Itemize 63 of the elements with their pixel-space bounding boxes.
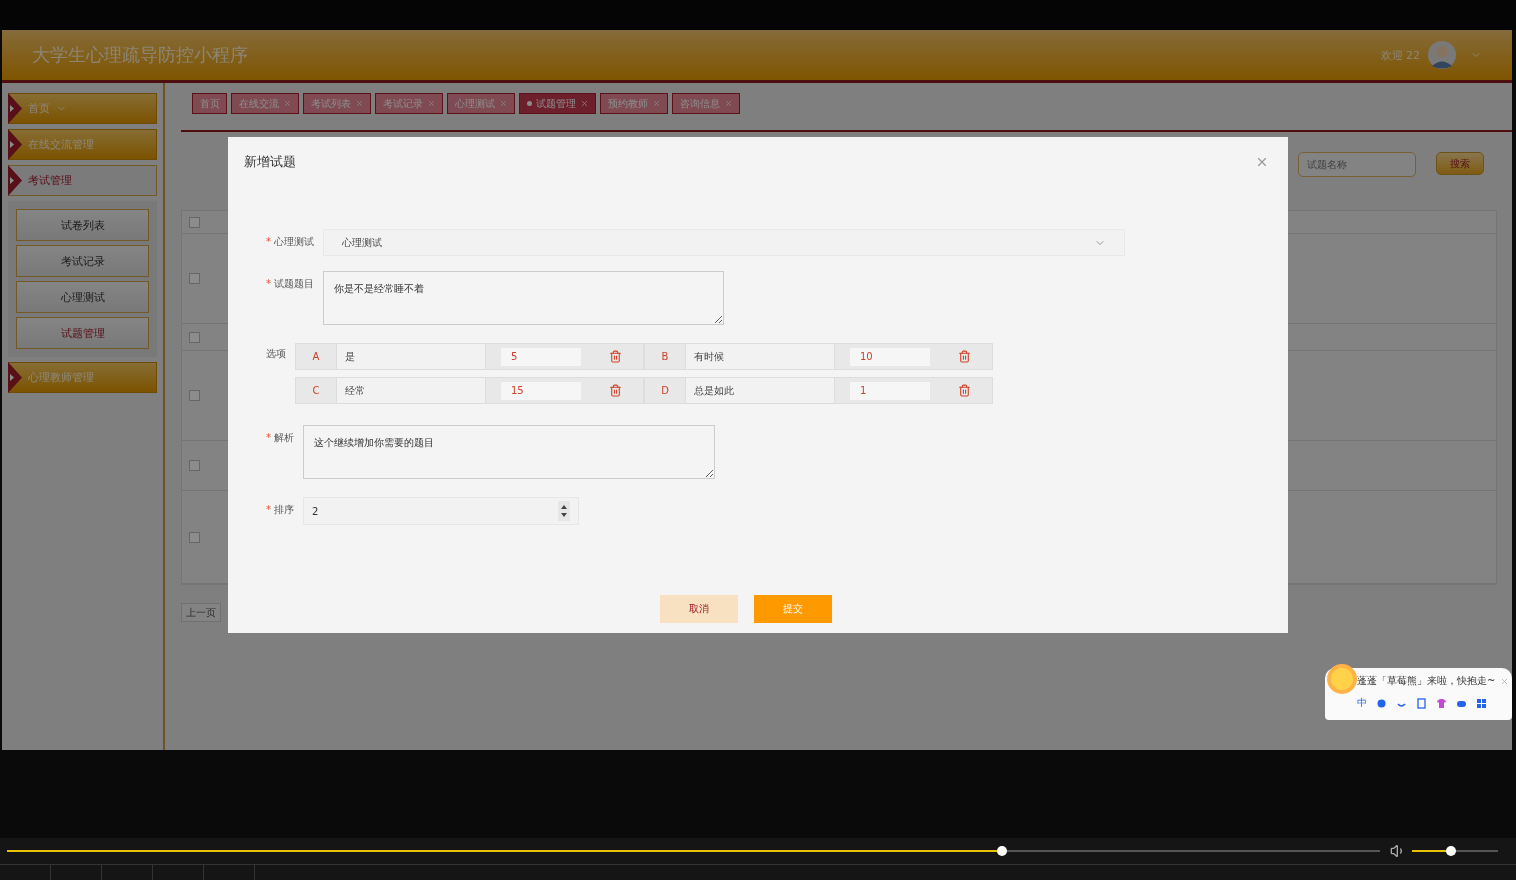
ime-message: 蓬蓬「草莓熊」来啦，快抱走~ <box>1357 674 1496 688</box>
avatar[interactable] <box>1428 41 1456 69</box>
close-icon[interactable] <box>1255 155 1269 169</box>
option-letter: A <box>311 350 321 364</box>
number-field[interactable]: 2 <box>303 497 579 525</box>
search-button[interactable]: 搜索 <box>1436 152 1484 175</box>
field-label: * 试题题目 <box>266 277 314 291</box>
close-icon[interactable] <box>1500 676 1509 686</box>
tab[interactable]: 试题管理 <box>519 93 596 114</box>
clipboard-icon[interactable] <box>1416 697 1427 709</box>
submenu-item[interactable]: 心理测试 <box>16 281 149 313</box>
score-field[interactable]: 5 <box>501 347 581 366</box>
triangle-marker-icon <box>8 362 22 393</box>
option-letter: B <box>660 350 670 364</box>
close-icon[interactable] <box>283 99 292 108</box>
score-field[interactable]: 10 <box>850 347 930 366</box>
field-label: * 排序 <box>266 503 294 517</box>
score-field[interactable]: 15 <box>501 381 581 400</box>
checkbox[interactable] <box>189 273 200 284</box>
submenu-item[interactable]: 考试记录 <box>16 245 149 277</box>
trash-icon[interactable] <box>958 384 971 397</box>
cancel-button[interactable]: 取消 <box>660 595 738 623</box>
submenu-item[interactable]: 试卷列表 <box>16 209 149 241</box>
close-icon[interactable] <box>580 99 589 108</box>
select-field[interactable]: 心理测试 <box>323 229 1125 256</box>
spinner-icon[interactable] <box>558 501 570 521</box>
option-letter: C <box>311 384 321 398</box>
checkbox[interactable] <box>189 531 200 543</box>
volume-handle[interactable] <box>1445 846 1456 856</box>
dialog-title: 新增试题 <box>244 153 296 171</box>
submenu-item[interactable]: 试题管理 <box>16 317 149 349</box>
welcome-text: 欢迎 22 <box>1380 47 1420 63</box>
trash-icon[interactable] <box>609 350 622 363</box>
field-label: * 心理测试 <box>266 235 314 249</box>
triangle-marker-icon <box>8 93 22 124</box>
trash-icon[interactable] <box>958 350 971 363</box>
trash-icon[interactable] <box>609 384 622 397</box>
ime-mode[interactable]: 中 <box>1357 696 1367 710</box>
option-text-field[interactable]: 经常 <box>336 378 486 403</box>
close-icon[interactable] <box>724 99 733 108</box>
shirt-icon[interactable] <box>1436 697 1447 709</box>
score-field[interactable]: 1 <box>850 381 930 400</box>
progress-handle[interactable] <box>997 846 1008 856</box>
grid-icon[interactable] <box>1476 697 1487 709</box>
option-text-field[interactable]: 是 <box>336 344 486 369</box>
option-text-field[interactable]: 总是如此 <box>685 378 835 403</box>
text-area[interactable]: 你是不是经常睡不着 <box>323 271 724 325</box>
checkbox[interactable] <box>189 216 200 228</box>
field-label: * 解析 <box>266 431 294 445</box>
checkbox[interactable] <box>189 390 200 401</box>
triangle-marker-icon <box>8 129 22 160</box>
triangle-marker-icon <box>8 165 22 196</box>
checkbox[interactable] <box>189 331 200 343</box>
search-field[interactable]: 试题名称 <box>1298 152 1416 177</box>
sidebar-item[interactable]: 考试管理 <box>8 165 157 196</box>
sun-mascot-icon <box>1325 662 1359 696</box>
checkbox[interactable] <box>189 460 200 471</box>
text-area[interactable]: 这个继续增加你需要的题目 <box>303 425 715 479</box>
field-label: 选项 <box>266 347 286 361</box>
app-title: 大学生心理疏导防控小程序 <box>32 43 248 67</box>
option-text-field[interactable]: 有时候 <box>685 344 835 369</box>
option-letter: D <box>660 384 670 398</box>
close-icon[interactable] <box>499 99 508 108</box>
